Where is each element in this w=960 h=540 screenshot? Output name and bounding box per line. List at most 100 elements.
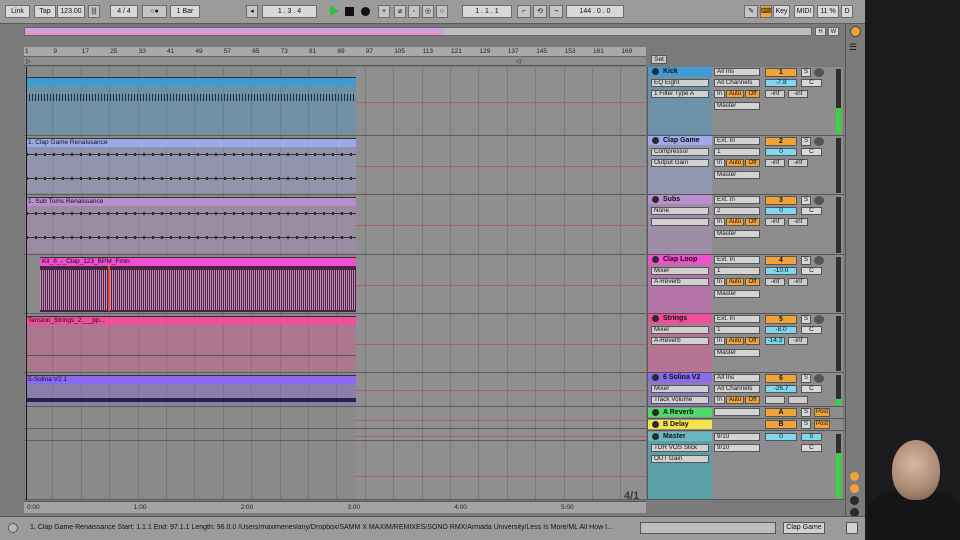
info-view-icon[interactable] (8, 523, 18, 533)
input-type-menu[interactable]: Ext. In (714, 196, 760, 204)
crossfader[interactable] (640, 522, 776, 534)
punch-in-icon[interactable]: ⌐ (517, 5, 531, 18)
overview-w-button[interactable]: W (828, 27, 839, 36)
pan-field[interactable]: C (801, 79, 822, 87)
arm-icon[interactable] (814, 137, 824, 146)
audio-clip[interactable]: 1. Sub Toms Renaissance (26, 197, 356, 253)
return-activator-icon[interactable] (652, 421, 659, 428)
cue-volume-field[interactable]: 0 (765, 433, 797, 441)
track-header[interactable]: Clap Game Compressor Output Gain (648, 136, 712, 194)
input-channel-menu[interactable]: 2 (714, 207, 760, 215)
arm-icon[interactable] (814, 68, 824, 77)
monitor-in-button[interactable]: In (714, 218, 725, 226)
input-type-menu[interactable]: All Ins (714, 374, 760, 382)
solo-button[interactable]: S (801, 137, 811, 146)
input-channel-menu[interactable]: All Channels (714, 385, 760, 393)
volume-field[interactable]: -10.0 (765, 267, 797, 275)
audio-clip[interactable] (26, 77, 356, 134)
fold-icon[interactable] (652, 315, 659, 322)
post-fader-button[interactable]: Post (814, 408, 830, 417)
track-header[interactable]: Strings Mixer A-Reverb (648, 314, 712, 372)
detail-view-toggle-icon[interactable] (846, 522, 858, 534)
device-chooser[interactable]: Mixer (651, 267, 709, 275)
midi-map-button[interactable]: MIDI (794, 5, 814, 18)
solo-button[interactable]: S (801, 196, 811, 205)
parameter-chooser[interactable] (651, 218, 709, 226)
returns-toggle-icon[interactable] (850, 496, 859, 505)
monitor-in-button[interactable]: In (714, 90, 725, 98)
volume-field[interactable]: -8.0 (765, 326, 797, 334)
monitor-off-button[interactable]: Off (745, 396, 760, 404)
sends-toggle-icon[interactable] (850, 484, 859, 493)
play-button[interactable] (330, 6, 339, 16)
pan-field[interactable]: C (801, 326, 822, 334)
track-lane[interactable]: 1. Sub Toms Renaissance (24, 195, 646, 255)
solo-button[interactable]: S (801, 68, 811, 77)
overview-h-button[interactable]: H (815, 27, 826, 36)
monitor-off-button[interactable]: Off (745, 337, 760, 345)
session-record-icon[interactable]: ○ (436, 5, 448, 18)
arrangement-view[interactable]: 1. Clap Game Renaissance 1. Sub Toms Rena… (24, 67, 646, 500)
input-channel-menu[interactable]: 1 (714, 148, 760, 156)
output-type-menu[interactable]: Master (714, 230, 760, 238)
output-type-menu[interactable]: Master (714, 102, 760, 110)
input-channel-menu[interactable]: All Channels (714, 79, 760, 87)
stop-button[interactable] (345, 7, 354, 16)
automation-arm-icon[interactable]: ⌀ (394, 5, 406, 18)
track-name[interactable]: Subs (648, 195, 712, 204)
track-lane[interactable]: 5-Solina V2 1 (24, 373, 646, 407)
volume-field[interactable]: -26.7 (765, 385, 797, 393)
audio-clip[interactable]: 1. Clap Game Renaissance (26, 138, 356, 193)
parameter-chooser[interactable]: Output Gain (651, 159, 709, 167)
arm-icon[interactable] (814, 256, 824, 265)
monitor-in-button[interactable]: In (714, 278, 725, 286)
parameter-chooser[interactable]: A-Reverb (651, 337, 709, 345)
track-activator[interactable]: 5 (765, 315, 797, 324)
device-chooser[interactable]: TDR VOS Slick (651, 444, 709, 452)
track-activator[interactable]: 6 (765, 374, 797, 383)
input-type-menu[interactable]: Ext. In (714, 256, 760, 264)
monitor-off-button[interactable]: Off (745, 278, 760, 286)
solo-button[interactable]: S (801, 420, 811, 429)
time-signature-field[interactable]: 4 / 4 (110, 5, 138, 18)
cue-out-menu[interactable]: 9/10 (714, 433, 760, 441)
track-name[interactable]: Strings (648, 314, 712, 323)
return-name[interactable]: A Reverb (648, 408, 712, 417)
fold-icon[interactable] (652, 374, 659, 381)
track-name[interactable]: Clap Loop (648, 255, 712, 264)
solo-button[interactable]: S (801, 408, 811, 417)
monitor-auto-button[interactable]: Auto (726, 90, 744, 98)
track-lane[interactable]: 1. Clap Game Renaissance (24, 136, 646, 195)
monitor-auto-button[interactable]: Auto (726, 218, 744, 226)
arrangement-overview[interactable] (24, 27, 812, 36)
output-type-menu[interactable]: Master (714, 171, 760, 179)
tap-tempo-button[interactable]: Tap (34, 5, 56, 18)
solo-button[interactable]: S (801, 374, 811, 383)
track-activator[interactable]: 1 (765, 68, 797, 77)
return-activator-icon[interactable] (652, 409, 659, 416)
track-name[interactable]: 6 Solina V2 (648, 373, 712, 382)
return-lane[interactable] (24, 441, 646, 500)
track-activator[interactable]: 4 (765, 256, 797, 265)
device-chooser[interactable]: EQ Eight (651, 79, 709, 87)
arm-icon[interactable] (814, 315, 824, 324)
return-activator[interactable]: A (765, 408, 797, 417)
fold-icon[interactable] (652, 196, 659, 203)
monitor-off-button[interactable]: Off (745, 90, 760, 98)
device-chooser[interactable]: Mixer (651, 326, 709, 334)
loop-start-marker[interactable]: ▷ (26, 58, 31, 65)
monitor-off-button[interactable]: Off (745, 218, 760, 226)
master-header[interactable]: Master TDR VOS Slick OUT Gain (648, 432, 712, 499)
track-header[interactable]: 6 Solina V2 Mixer Track Volume (648, 373, 712, 406)
return-lane[interactable] (24, 429, 646, 441)
input-channel-menu[interactable]: 1 (714, 326, 760, 334)
master-out-menu[interactable]: 9/10 (714, 444, 760, 452)
fold-icon[interactable] (652, 68, 659, 75)
pan-field[interactable]: C (801, 207, 822, 215)
io-toggle-icon[interactable] (850, 472, 859, 481)
fold-icon[interactable] (652, 256, 659, 263)
track-activator[interactable]: 3 (765, 196, 797, 205)
monitor-off-button[interactable]: Off (745, 159, 760, 167)
time-ruler[interactable]: 0:00 1:00 2:00 3:00 4:00 5:00 (24, 501, 646, 513)
beat-time-ruler[interactable]: 1 9 17 25 33 41 49 57 65 73 81 89 97 105 113 121 129 137 1… (24, 47, 646, 57)
